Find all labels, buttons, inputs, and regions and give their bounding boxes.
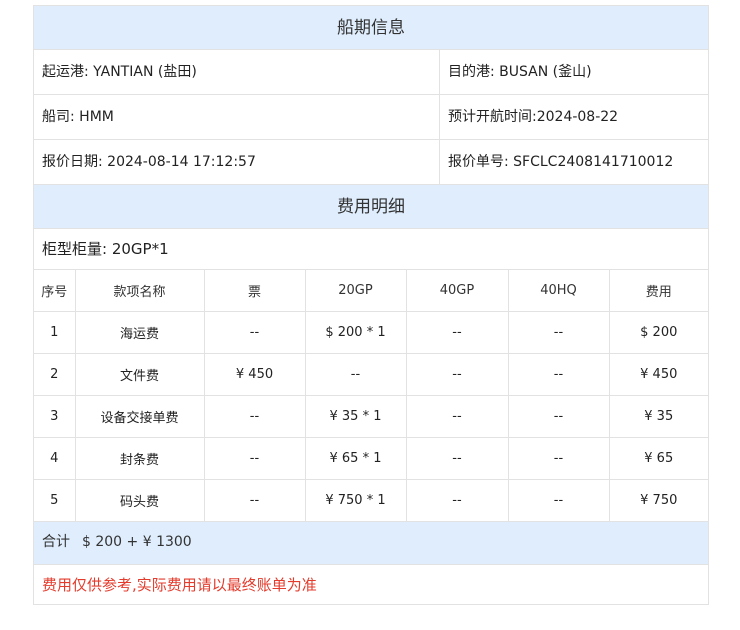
cell-index: 3 xyxy=(34,395,76,438)
cell-item: 文件费 xyxy=(74,353,205,396)
carrier: 船司: HMM xyxy=(34,95,440,139)
cell-40hq: -- xyxy=(507,395,610,438)
cell-40gp: -- xyxy=(405,437,509,480)
col-header-40gp: 40GP xyxy=(405,269,509,312)
cell-20gp: -- xyxy=(304,353,407,396)
cell-fee: ¥ 450 xyxy=(608,353,708,396)
destination-port-label: 目的港: xyxy=(448,64,495,80)
origin-port: 起运港: YANTIAN (盐田) xyxy=(34,50,440,94)
total-value: $ 200 + ¥ 1300 xyxy=(82,534,192,550)
cell-20gp: $ 200 * 1 xyxy=(304,311,407,354)
cell-per-bill: -- xyxy=(203,437,306,480)
cell-index: 1 xyxy=(34,311,76,354)
cell-item: 海运费 xyxy=(74,311,205,354)
quote-number-value: SFCLC2408141710012 xyxy=(513,154,674,170)
cell-fee: $ 200 xyxy=(608,311,708,354)
col-header-item: 款项名称 xyxy=(74,269,205,312)
etd: 预计开航时间:2024-08-22 xyxy=(440,95,708,139)
info-row-quote: 报价日期: 2024-08-14 17:12:57 报价单号: SFCLC240… xyxy=(34,139,708,184)
quote-date: 报价日期: 2024-08-14 17:12:57 xyxy=(34,140,440,184)
fee-table: 序号 款项名称 票 20GP 40GP 40HQ 费用 1 海运费 -- $ 2… xyxy=(34,269,708,522)
fee-disclaimer: 费用仅供参考,实际费用请以最终账单为准 xyxy=(34,564,708,604)
cell-40hq: -- xyxy=(507,353,610,396)
carrier-label: 船司: xyxy=(42,109,75,125)
carrier-value: HMM xyxy=(79,109,114,125)
cell-index: 4 xyxy=(34,437,76,480)
table-row: 5 码头费 -- ¥ 750 * 1 -- -- ¥ 750 xyxy=(34,479,708,522)
fee-table-header: 序号 款项名称 票 20GP 40GP 40HQ 费用 xyxy=(34,269,708,312)
origin-port-value: YANTIAN (盐田) xyxy=(93,64,197,80)
info-row-ports: 起运港: YANTIAN (盐田) 目的港: BUSAN (釜山) xyxy=(34,49,708,94)
etd-value: 2024-08-22 xyxy=(536,109,619,125)
col-header-40hq: 40HQ xyxy=(507,269,610,312)
cell-item: 码头费 xyxy=(74,479,205,522)
cell-per-bill: ¥ 450 xyxy=(203,353,306,396)
container-spec: 柜型柜量: 20GP*1 xyxy=(34,228,708,269)
cell-fee: ¥ 750 xyxy=(608,479,708,522)
col-header-per-bill: 票 xyxy=(203,269,306,312)
quote-number: 报价单号: SFCLC2408141710012 xyxy=(440,140,708,184)
cell-40hq: -- xyxy=(507,311,610,354)
schedule-section-title: 船期信息 xyxy=(34,5,708,49)
quote-date-value: 2024-08-14 17:12:57 xyxy=(107,154,256,170)
cell-40gp: -- xyxy=(405,395,509,438)
cell-fee: ¥ 35 xyxy=(608,395,708,438)
quote-number-label: 报价单号: xyxy=(448,154,509,170)
col-header-index: 序号 xyxy=(34,269,76,312)
container-spec-label: 柜型柜量: xyxy=(42,240,108,258)
total-row: 合计 $ 200 + ¥ 1300 xyxy=(34,522,708,564)
cell-20gp: ¥ 65 * 1 xyxy=(304,437,407,480)
cell-40gp: -- xyxy=(405,479,509,522)
total-label: 合计 xyxy=(42,534,70,550)
destination-port-value: BUSAN (釜山) xyxy=(499,64,592,80)
col-header-20gp: 20GP xyxy=(304,269,407,312)
cell-index: 2 xyxy=(34,353,76,396)
cell-per-bill: -- xyxy=(203,311,306,354)
cell-40hq: -- xyxy=(507,437,610,480)
cell-fee: ¥ 65 xyxy=(608,437,708,480)
cell-per-bill: -- xyxy=(203,395,306,438)
table-row: 4 封条费 -- ¥ 65 * 1 -- -- ¥ 65 xyxy=(34,437,708,480)
cell-item: 设备交接单费 xyxy=(74,395,205,438)
table-row: 2 文件费 ¥ 450 -- -- -- ¥ 450 xyxy=(34,353,708,396)
cell-index: 5 xyxy=(34,479,76,522)
cell-per-bill: -- xyxy=(203,479,306,522)
info-row-carrier: 船司: HMM 预计开航时间:2024-08-22 xyxy=(34,94,708,139)
cell-20gp: ¥ 750 * 1 xyxy=(304,479,407,522)
destination-port: 目的港: BUSAN (釜山) xyxy=(440,50,708,94)
cell-40hq: -- xyxy=(507,479,610,522)
cell-40gp: -- xyxy=(405,353,509,396)
origin-port-label: 起运港: xyxy=(42,64,89,80)
col-header-fee: 费用 xyxy=(608,269,708,312)
cell-20gp: ¥ 35 * 1 xyxy=(304,395,407,438)
quote-date-label: 报价日期: xyxy=(42,154,103,170)
cell-40gp: -- xyxy=(405,311,509,354)
table-row: 1 海运费 -- $ 200 * 1 -- -- $ 200 xyxy=(34,311,708,354)
etd-label: 预计开航时间: xyxy=(448,109,537,125)
quotation-sheet: 船期信息 起运港: YANTIAN (盐田) 目的港: BUSAN (釜山) 船… xyxy=(33,5,709,605)
cell-item: 封条费 xyxy=(74,437,205,480)
table-row: 3 设备交接单费 -- ¥ 35 * 1 -- -- ¥ 35 xyxy=(34,395,708,438)
container-spec-value: 20GP*1 xyxy=(111,240,169,258)
fees-section-title: 费用明细 xyxy=(34,184,708,228)
